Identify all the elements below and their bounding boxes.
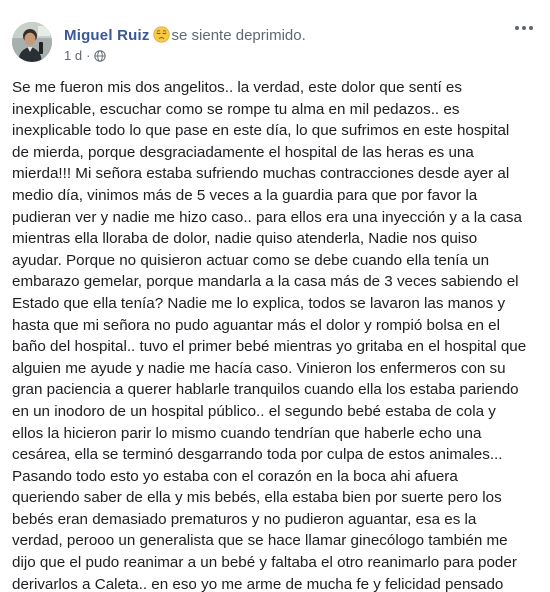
- post-text-line: ellos la hicieron parir lo mismo cuando …: [12, 424, 482, 442]
- post-header: Miguel Ruiz se siente deprimido. 1 d ·: [12, 20, 538, 72]
- post-text-line: dijo que el pudo reanimar a un bebé y fa…: [12, 554, 517, 572]
- post-text-line: cesárea, ella se terminó desgarrando tod…: [12, 446, 503, 464]
- more-options-icon[interactable]: [512, 18, 536, 38]
- feeling-status: se siente deprimido.: [171, 27, 306, 44]
- avatar-image: [12, 22, 52, 62]
- facebook-post: Miguel Ruiz se siente deprimido. 1 d · Se: [0, 0, 550, 592]
- post-text-line: en un inodoro de un hospital público.. e…: [12, 402, 496, 420]
- post-text-line: bebés eran demasiado prematuros y no pud…: [12, 510, 477, 528]
- post-text-line: Pasando todo esto yo estaba con el coraz…: [12, 467, 458, 485]
- post-text-line: embarazo gemelar, porque mandarla a la c…: [12, 273, 519, 291]
- post-text-line: mientras ella lloraba de dolor, nadie qu…: [12, 230, 478, 248]
- post-text-line: medio día, vinimos más de 5 veces a la g…: [12, 186, 478, 204]
- post-text-line: inexplicable, escuchar como se rompe tu …: [12, 100, 460, 118]
- pensive-face-icon: [152, 26, 170, 43]
- post-text-line: alguien me ayude y nadie me hacía caso. …: [12, 359, 506, 377]
- globe-icon[interactable]: [94, 50, 107, 62]
- post-text-line: inexplicable todo lo que pase en este dí…: [12, 122, 510, 140]
- avatar[interactable]: [12, 22, 52, 62]
- post-text-line: queriendo saber de ella y mis bebés, ell…: [12, 489, 502, 507]
- post-text-line: pudieran ver y nadie me hizo caso.. para…: [12, 208, 522, 226]
- author-name-link[interactable]: Miguel Ruiz: [64, 27, 150, 44]
- post-timestamp-link[interactable]: 1 d: [64, 48, 82, 63]
- post-text-line: derivarlos a Caleta.. en eso yo me arme …: [12, 575, 504, 592]
- post-text-line: ayudar. Porque no quisieron actuar como …: [12, 251, 490, 269]
- post-text-line: de mierda, porque desgraciadamente el ho…: [12, 143, 474, 161]
- meta-separator: ·: [86, 48, 91, 63]
- post-text-line: hasta que mi señora no pudo aguantar más…: [12, 316, 500, 334]
- author-line: Miguel Ruiz se siente deprimido.: [64, 26, 306, 46]
- post-text-line: gran paciencia a querer hablarle tranqui…: [12, 381, 519, 399]
- post-text-line: Estado que ella tenía? Nadie me lo expli…: [12, 294, 506, 312]
- post-text-line: Se me fueron mis dos angelitos.. la verd…: [12, 79, 462, 96]
- post-meta: 1 d ·: [64, 48, 107, 64]
- post-text-line: verdad, perooo un generalista que se hac…: [12, 532, 508, 550]
- post-text-line: mierda!!! Mi señora estaba sufriendo muc…: [12, 165, 510, 183]
- post-body: Se me fueron mis dos angelitos.. la verd…: [12, 77, 538, 592]
- post-text-line: baño del hospital.. tuvo el primer bebé …: [12, 338, 527, 356]
